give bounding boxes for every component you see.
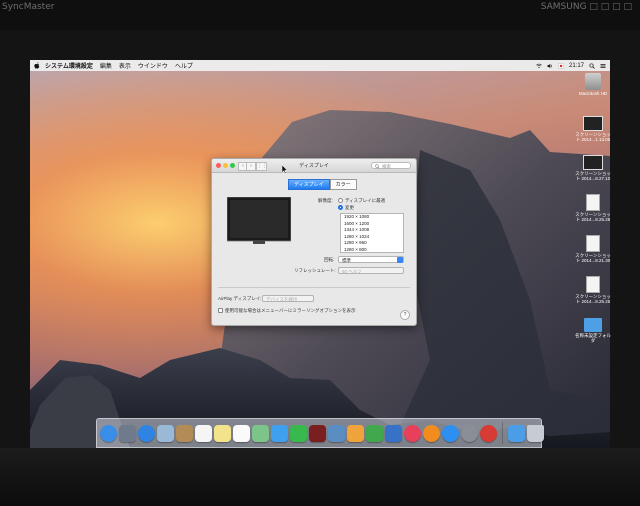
dock-safari-icon[interactable] [138,424,155,442]
help-button[interactable]: ? [400,310,410,320]
menu-clock[interactable]: 21:17 [569,63,584,69]
dock-notes-icon[interactable] [214,424,231,442]
dock-photo-booth-icon[interactable] [309,424,326,442]
menu-app-name[interactable]: システム環境設定 [45,61,93,70]
desktop-icon-label: スクリーンショット 2014...8.27.10 [575,171,611,181]
refresh-rate-value: 60 ヘルツ [342,269,362,274]
flag-icon[interactable] [558,63,564,69]
screenshot-file-icon [583,116,603,131]
dock-calendar-icon[interactable] [195,424,212,442]
notification-center-icon[interactable] [600,63,606,69]
dock-messages-icon[interactable] [271,424,288,442]
desktop-icon-screenshot-2[interactable]: スクリーンショット 2014...8.27.10 [575,155,611,181]
menu-help[interactable]: ヘルプ [175,61,193,70]
tab-bar: ディスプレイ カラー [288,179,357,190]
monitor-model-label: SyncMaster [2,2,55,12]
radio-best-for-display-label: ディスプレイに最適 [345,198,386,203]
document-file-icon [586,194,600,211]
volume-icon[interactable] [547,63,553,69]
dock-contacts-icon[interactable] [176,424,193,442]
desktop-icon-label: Macintosh HD [578,91,608,96]
monitor-bezel-top: SyncMaster SAMSUNG □ □ □ □ [0,0,640,30]
rotation-label: 回転: [324,257,335,262]
dock-mail-icon[interactable] [157,424,174,442]
dock-pages-icon[interactable] [347,424,364,442]
monitor-bezel-bottom [0,448,640,506]
dock-downloads-stack-icon[interactable] [508,424,525,442]
dock-launchpad-icon[interactable] [119,424,136,442]
search-icon [374,163,380,170]
spotlight-icon[interactable] [589,62,595,69]
refresh-rate-label: リフレッシュレート: [294,268,336,273]
window-titlebar[interactable]: ‹ › ⋮⋮ ディスプレイ 検索 [212,159,416,173]
divider [218,287,410,288]
menu-bar: システム環境設定 編集 表示 ウインドウ ヘルプ 21:17 [30,60,610,71]
chevron-down-icon [397,257,403,263]
refresh-rate-select[interactable]: 60 ヘルツ [338,267,404,274]
hard-drive-icon [585,73,601,90]
dock-keynote-icon[interactable] [385,424,402,442]
dock-maps-icon[interactable] [252,424,269,442]
airplay-value: デバイスを検出 [266,297,298,302]
menu-view[interactable]: 表示 [119,61,131,70]
tv-display-icon [227,197,291,244]
apple-menu-icon[interactable] [34,62,40,69]
dock-facetime-icon[interactable] [290,424,307,442]
rotation-select[interactable]: 標準 [338,256,404,263]
rotation-value: 標準 [342,258,351,263]
screenshot-file-icon [583,155,603,170]
search-placeholder: 検索 [382,164,391,169]
desktop-icon-screenshot-3[interactable]: スクリーンショット 2014...8.25.28 [575,194,611,222]
dock-system-preferences-icon[interactable] [461,424,478,442]
tab-color[interactable]: カラー [329,179,357,190]
wifi-icon[interactable] [536,63,542,69]
desktop-icon-label: 名称未設定フォルダ [575,333,611,343]
search-field[interactable]: 検索 [371,162,411,169]
folder-icon [584,318,602,332]
desktop-icon-screenshot-4[interactable]: スクリーンショット 2014...8.21.30 [575,235,611,263]
dock-divider [502,422,503,444]
radio-scaled[interactable] [338,205,343,210]
resolution-list[interactable]: 1920 × 1080 1600 × 1200 1344 × 1008 1280… [340,213,404,253]
document-file-icon [586,235,600,252]
desktop-icon-folder[interactable]: 名称未設定フォルダ [575,318,611,343]
mirroring-checkbox[interactable] [218,308,223,313]
desktop-icon-label: スクリーンショット 2014...8.21.30 [575,253,611,263]
desktop-icon-label: スクリーンショット 2014...8.25.28 [575,212,611,222]
desktop-icon-screenshot-5[interactable]: スクリーンショット 2014...8.25.25 [575,276,611,304]
dock-trash-icon[interactable] [527,424,544,442]
airplay-select[interactable]: デバイスを検出 [262,295,314,302]
tab-display[interactable]: ディスプレイ [288,179,330,190]
display-preferences-window: ‹ › ⋮⋮ ディスプレイ 検索 ディスプレイ カラー 解像度: ディスプレイに… [211,158,417,326]
dock [96,418,544,448]
dock-reminders-icon[interactable] [233,424,250,442]
desktop-icon-screenshot-1[interactable]: スクリーンショット 2014...1.13.05 [575,116,611,142]
dock-app-store-icon[interactable] [442,424,459,442]
dock-finder-icon[interactable] [100,424,117,442]
desktop-icon-macintosh-hd[interactable]: Macintosh HD [575,73,611,96]
monitor-brand-label: SAMSUNG □ □ □ □ [540,2,632,12]
mouse-cursor-icon [282,165,288,174]
dock-iphoto-icon[interactable] [328,424,345,442]
mirroring-checkbox-label: 使用可能な場合はメニューバーにミラーリングオプションを表示 [225,308,356,313]
dock-ibooks-icon[interactable] [423,424,440,442]
radio-best-for-display[interactable] [338,198,343,203]
dock-davinci-icon[interactable] [480,424,497,442]
dock-numbers-icon[interactable] [366,424,383,442]
radio-scaled-label: 変更 [345,205,354,210]
menu-window[interactable]: ウインドウ [138,61,168,70]
document-file-icon [586,276,600,293]
resolution-item[interactable]: 1280 × 800 [341,247,403,253]
resolution-label: 解像度: [318,198,333,203]
airplay-label: AirPlay ディスプレイ: [218,296,262,301]
menu-edit[interactable]: 編集 [100,61,112,70]
dock-itunes-icon[interactable] [404,424,421,442]
desktop-icon-label: スクリーンショット 2014...1.13.05 [575,132,611,142]
desktop-icon-label: スクリーンショット 2014...8.25.25 [575,294,611,304]
